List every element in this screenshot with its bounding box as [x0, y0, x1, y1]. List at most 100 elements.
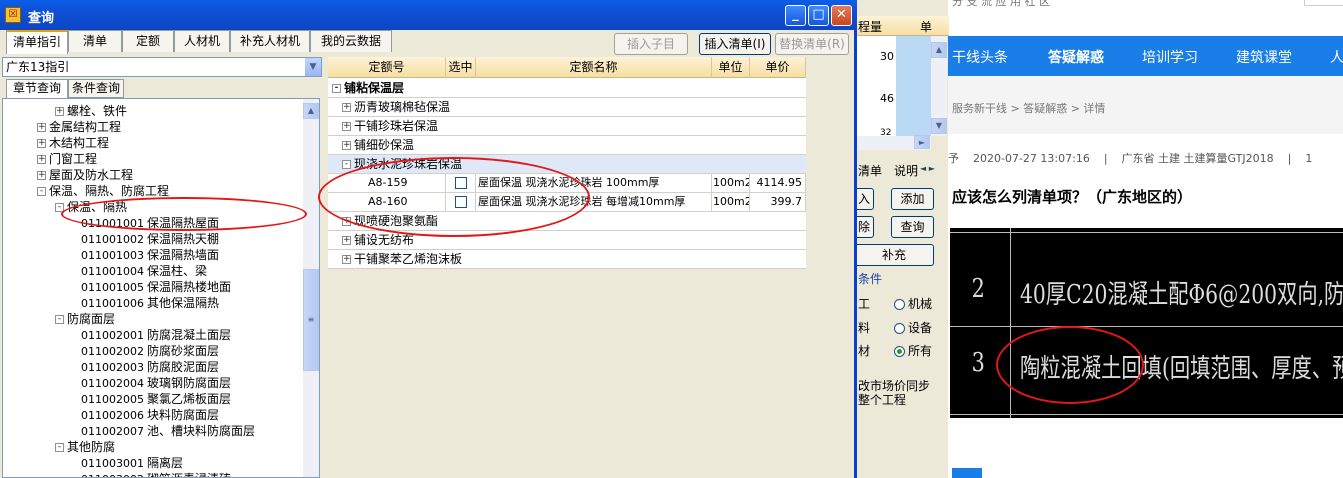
col-header-quantity: 程量 — [858, 20, 883, 34]
annotation-oval — [996, 326, 1144, 404]
expand-icon[interactable]: + — [342, 255, 351, 264]
nav-item-3[interactable]: 培训学习 — [1142, 47, 1198, 67]
tab-chapter-query[interactable]: 章节查询 — [6, 79, 68, 99]
radio-all[interactable]: 所有 — [894, 342, 932, 359]
scroll-right-icon[interactable]: ► — [914, 135, 930, 149]
nav-item-5[interactable]: 人 — [1330, 47, 1343, 67]
maximize-icon[interactable]: □ — [808, 5, 829, 26]
nav-item-1[interactable]: 干线头条 — [952, 47, 1008, 67]
group-row[interactable]: + 铺设无纺布 — [328, 231, 806, 250]
col-price: 单价 — [750, 57, 806, 78]
tree-node[interactable]: + 屋面及防水工程 — [37, 167, 133, 183]
tree-node[interactable]: + 螺栓、铁件 — [55, 103, 127, 119]
query-button[interactable]: 查询 — [891, 216, 934, 238]
tree-node[interactable]: 011003002砌筑沥青浸渍砖 — [81, 471, 231, 477]
tree-node[interactable]: 011002004 玻璃钢防腐面层 — [81, 375, 231, 391]
col-header-unit: 单 — [920, 20, 933, 34]
expand-icon[interactable]: + — [55, 107, 64, 116]
tree-node[interactable]: 011001006 其他保温隔热 — [81, 295, 219, 311]
scroll-down-icon[interactable]: ▼ — [931, 118, 947, 134]
expand-icon[interactable]: + — [37, 123, 46, 132]
radio-checked-icon[interactable] — [894, 346, 905, 357]
tree-node[interactable]: - 其他防腐 — [55, 439, 115, 455]
chevron-down-icon[interactable]: ▼ — [304, 58, 321, 76]
collapse-icon[interactable]: - — [332, 84, 341, 93]
tab-desc[interactable]: 说明 — [894, 162, 918, 179]
tab-labor-material[interactable]: 人材机 — [174, 30, 230, 52]
tree-node[interactable]: 011002006 块料防腐面层 — [81, 407, 219, 423]
scroll-up-icon[interactable]: ▲ — [931, 42, 947, 58]
tab-cloud-data[interactable]: 我的云数据 — [310, 30, 392, 52]
side-scrollbar[interactable]: ▲ ▼ — [931, 36, 947, 136]
group-row[interactable]: + 铺细砂保温 — [328, 136, 806, 155]
nav-item-2[interactable]: 答疑解惑 — [1048, 47, 1104, 67]
radio-row-machine: 工 机械 — [858, 295, 932, 312]
collapse-icon[interactable]: - — [55, 315, 64, 324]
group-label: 干铺聚苯乙烯泡沫板 — [354, 252, 463, 266]
group-label: 沥青玻璃棉毡保温 — [354, 100, 451, 114]
replace-list-button[interactable]: 替换清单(R) — [775, 33, 849, 55]
floating-tab[interactable] — [952, 468, 982, 478]
tree-node-code: 011001004 — [81, 265, 144, 278]
tab-list[interactable]: 清单 — [858, 162, 882, 179]
tree-node[interactable]: 011001002 保温隔热天棚 — [81, 231, 219, 247]
expand-icon[interactable]: + — [342, 103, 351, 112]
scroll-up-icon[interactable]: ▲ — [303, 103, 319, 119]
expand-icon[interactable]: + — [342, 122, 351, 131]
insert-list-button[interactable]: 插入清单(I) — [699, 33, 771, 55]
tree-node[interactable]: 011002007 池、槽块料防腐面层 — [81, 423, 255, 439]
tree-node[interactable]: 011002001 防腐混凝土面层 — [81, 327, 231, 343]
tree-node[interactable]: 011003001 隔离层 — [81, 455, 183, 471]
import-button[interactable]: 入 — [854, 188, 874, 210]
tree-node[interactable]: + 木结构工程 — [37, 135, 109, 151]
expand-icon[interactable]: + — [37, 155, 46, 164]
tree-node-label: 块料防腐面层 — [147, 408, 220, 422]
tree-node[interactable]: 011001003 保温隔热墙面 — [81, 247, 219, 263]
group-row[interactable]: + 沥青玻璃棉毡保温 — [328, 98, 806, 117]
radio-equipment[interactable]: 设备 — [894, 319, 932, 336]
region-combo[interactable]: 广东13指引 ▼ — [2, 57, 322, 77]
minimize-icon[interactable]: _ — [785, 5, 806, 26]
tree-node[interactable]: - 防腐面层 — [55, 311, 115, 327]
insert-child-button[interactable]: 插入子目 — [614, 33, 688, 55]
group-row[interactable]: + 干铺聚苯乙烯泡沫板 — [328, 250, 806, 269]
supplement-button[interactable]: 补充 — [854, 244, 934, 266]
group-row[interactable]: + 干铺珍珠岩保温 — [328, 117, 806, 136]
tab-list-guide[interactable]: 清单指引 — [6, 30, 68, 54]
tree-node[interactable]: 011001005 保温隔热楼地面 — [81, 279, 231, 295]
close-icon[interactable]: ✕ — [831, 5, 852, 26]
tab-condition-query[interactable]: 条件查询 — [68, 79, 124, 98]
collapse-icon[interactable]: - — [55, 443, 64, 452]
add-button[interactable]: 添加 — [891, 188, 934, 210]
expand-icon[interactable]: + — [37, 139, 46, 148]
radio-icon[interactable] — [894, 299, 905, 310]
nav-item-4[interactable]: 建筑课堂 — [1236, 47, 1292, 67]
tree-node[interactable]: + 门窗工程 — [37, 151, 97, 167]
group-header[interactable]: - 铺粘保温层 — [328, 79, 806, 98]
tree-scrollbar[interactable]: ▲ ≡ — [303, 99, 319, 477]
scroll-thumb[interactable]: ≡ — [303, 269, 319, 371]
collapse-icon[interactable]: - — [342, 160, 351, 169]
tree-node[interactable]: 011002003 防腐胶泥面层 — [81, 359, 219, 375]
condition-label: 条件 — [858, 272, 883, 286]
tree-node[interactable]: + 金属结构工程 — [37, 119, 121, 135]
tab-quota[interactable]: 定额 — [122, 30, 174, 52]
tree-node-code: 011001002 — [81, 233, 144, 246]
expand-icon[interactable]: + — [342, 236, 351, 245]
radio-icon[interactable] — [894, 323, 905, 334]
expand-icon[interactable]: + — [37, 171, 46, 180]
tree-node[interactable]: 011002002 防腐砂浆面层 — [81, 343, 219, 359]
cad-row-text: 40厚C20混凝土配Φ6@200双向,防 — [1020, 280, 1343, 310]
expand-icon[interactable]: + — [342, 141, 351, 150]
collapse-icon[interactable]: - — [37, 187, 46, 196]
tab-scroll-arrows-icon[interactable]: ◄ ► — [920, 164, 935, 173]
tree-node[interactable]: - 保温、隔热、防腐工程 — [37, 183, 169, 199]
tree-node[interactable]: 011001004 保温柱、梁 — [81, 263, 207, 279]
tree-node[interactable]: 011002005 聚氯乙烯板面层 — [81, 391, 231, 407]
radio-machine[interactable]: 机械 — [894, 295, 932, 312]
delete-button[interactable]: 除 — [854, 216, 874, 238]
site-search-box[interactable] — [1304, 0, 1343, 6]
title-bar[interactable]: ☒ 查询 _ □ ✕ — [0, 0, 857, 30]
tab-list[interactable]: 清单 — [68, 30, 122, 52]
tab-supplement[interactable]: 补充人材机 — [230, 30, 310, 52]
